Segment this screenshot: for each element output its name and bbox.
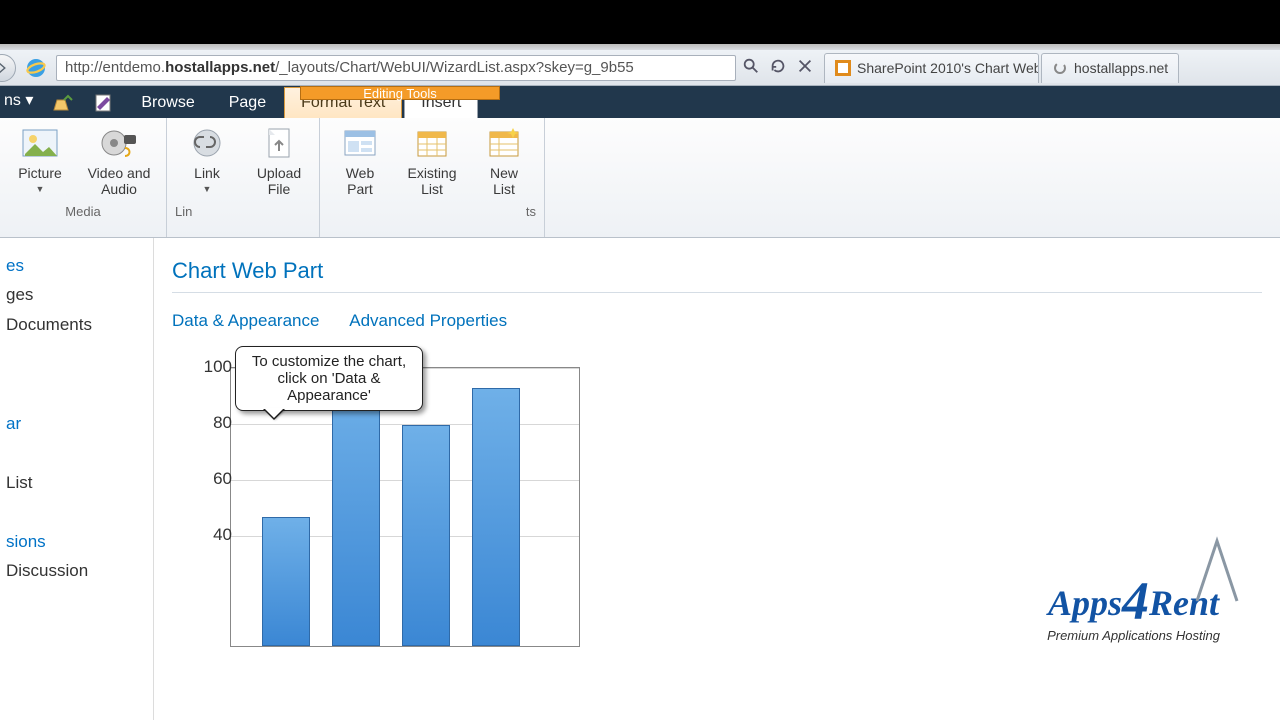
address-bar: http://entdemo.hostallapps.net/_layouts/…: [0, 50, 1280, 86]
logo-swoosh-icon: [1187, 536, 1247, 606]
upload-file-icon: [260, 125, 298, 163]
edit-page-icon[interactable]: [93, 92, 115, 114]
logo-text-4: 4: [1122, 571, 1149, 631]
ie-icon: [24, 56, 48, 80]
web-part-icon: [341, 125, 379, 163]
group-label-media: Media: [65, 200, 100, 221]
search-icon[interactable]: [742, 57, 760, 78]
existing-list-button[interactable]: Existing List: [400, 122, 464, 200]
browser-tab-strip: SharePoint 2010's Chart Web P... hostall…: [824, 51, 1181, 85]
new-list-icon: [485, 125, 523, 163]
nav-item[interactable]: ges: [0, 280, 153, 310]
loading-spinner-icon: [1052, 60, 1068, 76]
nav-heading-discussions[interactable]: sions: [0, 528, 153, 556]
picture-button[interactable]: Picture ▼: [8, 122, 72, 200]
chart-bar: [332, 380, 380, 646]
chevron-down-icon: ▼: [36, 181, 45, 197]
video-audio-button[interactable]: Video and Audio: [80, 122, 158, 200]
sharepoint-page: Editing Tools ns ▾ Browse Page Format Te…: [0, 86, 1280, 720]
web-part-button[interactable]: Web Part: [328, 122, 392, 200]
ribbon-tab-row: ns ▾ Browse Page Format Text Insert: [0, 86, 1280, 118]
url-field[interactable]: http://entdemo.hostallapps.net/_layouts/…: [56, 55, 736, 81]
existing-list-icon: [413, 125, 451, 163]
link-icon: [188, 125, 226, 163]
nav-item-discussion[interactable]: Discussion: [0, 556, 153, 586]
apps4rent-logo: Apps4Rent Premium Applications Hosting: [1047, 566, 1220, 643]
nav-heading[interactable]: es: [0, 252, 153, 280]
stop-icon[interactable]: [796, 57, 814, 78]
browser-window: http://entdemo.hostallapps.net/_layouts/…: [0, 44, 1280, 720]
advanced-properties-link[interactable]: Advanced Properties: [349, 311, 507, 330]
btn-label: Existing List: [407, 165, 456, 197]
btn-label: Web Part: [346, 165, 375, 197]
nav-heading[interactable]: ar: [0, 410, 153, 438]
contextual-tab-group-title: Editing Tools: [300, 86, 500, 100]
content-area: es ges Documents ar List sions Discussio…: [0, 238, 1280, 720]
chart-bar: [472, 388, 520, 646]
tab-label: hostallapps.net: [1074, 60, 1168, 76]
group-label-links: Lin: [175, 200, 192, 221]
chevron-down-icon: ▼: [203, 181, 212, 197]
navigate-up-icon[interactable]: [51, 92, 73, 114]
upload-file-button[interactable]: Upload File: [247, 122, 311, 200]
nav-item[interactable]: List: [0, 468, 153, 498]
chart-y-tick-label: 60: [213, 469, 232, 489]
address-bar-actions: [742, 57, 814, 78]
btn-label: Link: [194, 165, 220, 181]
chart-bar: [262, 517, 310, 646]
btn-label: Video and Audio: [88, 165, 151, 197]
btn-label: New List: [490, 165, 518, 197]
ribbon-group-media: Picture ▼ Video and Audio Media: [0, 118, 167, 237]
ribbon-body: Picture ▼ Video and Audio Media Link ▼: [0, 118, 1280, 238]
chart-bar: [402, 425, 450, 646]
chart-y-tick-label: 100: [204, 357, 232, 377]
url-text-post: /_layouts/Chart/WebUI/WizardList.aspx?sk…: [275, 59, 634, 76]
tab-browse[interactable]: Browse: [125, 88, 210, 118]
nav-item-documents[interactable]: Documents: [0, 310, 153, 340]
browser-tab-active[interactable]: SharePoint 2010's Chart Web P...: [824, 53, 1039, 83]
quick-launch-nav: es ges Documents ar List sions Discussio…: [0, 238, 154, 720]
ribbon-group-parts: Web Part Existing List New List ts: [320, 118, 545, 237]
link-button[interactable]: Link ▼: [175, 122, 239, 200]
sharepoint-favicon-icon: [835, 60, 851, 76]
url-text-host: hostallapps.net: [165, 59, 275, 76]
ribbon-group-links: Link ▼ Upload File Lin: [167, 118, 320, 237]
chart-y-tick-label: 80: [213, 413, 232, 433]
site-actions-button[interactable]: ns ▾: [0, 90, 41, 118]
data-appearance-link[interactable]: Data & Appearance: [172, 311, 319, 330]
web-part-title: Chart Web Part: [172, 258, 1262, 293]
btn-label: Picture: [18, 165, 62, 181]
tab-label: SharePoint 2010's Chart Web P...: [857, 60, 1039, 76]
tab-page[interactable]: Page: [213, 88, 282, 118]
group-label-parts: ts: [526, 200, 536, 221]
picture-icon: [21, 125, 59, 163]
browser-tab-loading[interactable]: hostallapps.net: [1041, 53, 1179, 83]
tutorial-tooltip: To customize the chart, click on 'Data &…: [235, 346, 423, 411]
web-part-zone: Chart Web Part Data & Appearance Advance…: [154, 238, 1280, 720]
refresh-icon[interactable]: [769, 57, 787, 78]
logo-text-apps: Apps: [1048, 583, 1122, 623]
web-part-toolbar: Data & Appearance Advanced Properties: [172, 311, 1262, 331]
url-text-pre: http://entdemo.: [65, 59, 165, 76]
new-list-button[interactable]: New List: [472, 122, 536, 200]
chart-y-tick-label: 40: [213, 525, 232, 545]
btn-label: Upload File: [257, 165, 301, 197]
forward-button[interactable]: [0, 54, 16, 82]
video-audio-icon: [100, 125, 138, 163]
letterbox: [0, 0, 1280, 44]
